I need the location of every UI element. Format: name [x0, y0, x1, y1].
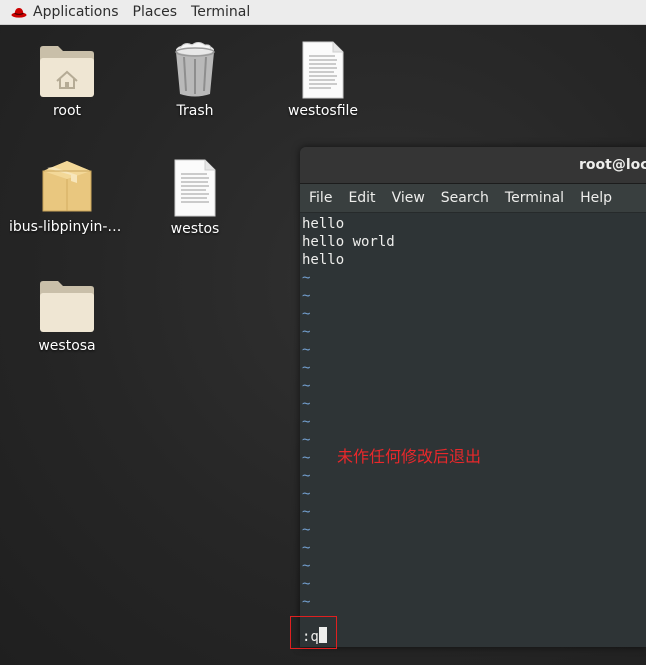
empty-line-tilde: ~ [302, 396, 311, 412]
folder-icon [9, 272, 125, 334]
empty-line-tilde: ~ [302, 360, 311, 376]
desktop-icon-westosa[interactable]: westosa [9, 272, 125, 354]
text-line: hello world [302, 234, 395, 250]
text-line: hello [302, 252, 345, 268]
desktop-icon-label: westos [170, 221, 220, 237]
empty-line-tilde: ~ [302, 342, 311, 358]
empty-line-tilde: ~ [302, 468, 311, 484]
desktop-icon-westosfile[interactable]: westosfile [265, 37, 381, 119]
desktop-icon-westos[interactable]: westos [137, 155, 253, 237]
empty-line-tilde: ~ [302, 558, 311, 574]
empty-line-tilde: ~ [302, 324, 311, 340]
annotation-text: 未作任何修改后退出 [337, 447, 482, 466]
empty-line-tilde: ~ [302, 522, 311, 538]
menu-terminal[interactable]: Terminal [497, 184, 572, 212]
desktop-icon-trash[interactable]: Trash [137, 37, 253, 119]
package-icon [9, 153, 125, 215]
menu-help[interactable]: Help [572, 184, 620, 212]
desktop-icon-label: westosa [38, 338, 96, 354]
terminal-app-menu[interactable]: Terminal [184, 0, 257, 24]
desktop-icon-label: westosfile [287, 103, 359, 119]
menu-view[interactable]: View [384, 184, 433, 212]
home-folder-icon [9, 37, 125, 99]
redhat-logo-icon[interactable] [11, 6, 27, 18]
highlight-box [290, 616, 337, 649]
empty-line-tilde: ~ [302, 504, 311, 520]
desktop-icon-label: ibus-libpinyin-1.... [9, 219, 125, 235]
desktop-icon-root[interactable]: root [9, 37, 125, 119]
terminal-menubar: File Edit View Search Terminal Help [300, 184, 646, 213]
places-menu[interactable]: Places [126, 0, 185, 24]
empty-line-tilde: ~ [302, 576, 311, 592]
text-file-icon [265, 37, 381, 99]
empty-line-tilde: ~ [302, 288, 311, 304]
menu-file[interactable]: File [300, 184, 340, 212]
empty-line-tilde: ~ [302, 270, 311, 286]
empty-line-tilde: ~ [302, 540, 311, 556]
empty-line-tilde: ~ [302, 414, 311, 430]
empty-line-tilde: ~ [302, 486, 311, 502]
terminal-title: root@loca [579, 157, 646, 173]
desktop-icon-ibus-libpinyin[interactable]: ibus-libpinyin-1.... [9, 153, 125, 235]
desktop-icon-label: root [52, 103, 82, 119]
top-panel: Applications Places Terminal [0, 0, 646, 25]
empty-line-tilde: ~ [302, 378, 311, 394]
trash-icon [137, 37, 253, 99]
menu-search[interactable]: Search [433, 184, 497, 212]
terminal-content[interactable]: hello hello world hello ~ ~ ~ ~ ~ ~ ~ ~ … [300, 213, 646, 611]
desktop-icon-label: Trash [176, 103, 214, 119]
applications-menu[interactable]: Applications [31, 0, 126, 24]
text-line: hello [302, 216, 345, 232]
terminal-window[interactable]: root@loca File Edit View Search Terminal… [300, 147, 646, 647]
terminal-titlebar[interactable]: root@loca [300, 147, 646, 184]
text-file-icon [137, 155, 253, 217]
empty-line-tilde: ~ [302, 306, 311, 322]
menu-edit[interactable]: Edit [340, 184, 383, 212]
empty-line-tilde: ~ [302, 594, 311, 610]
